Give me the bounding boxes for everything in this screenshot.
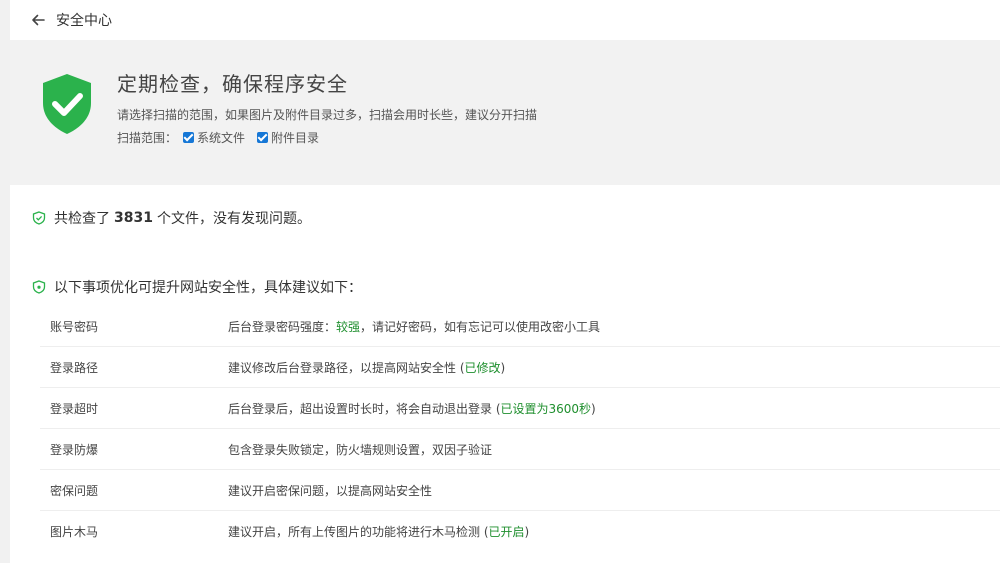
shield-ok-icon <box>32 211 46 225</box>
shield-check-icon <box>40 72 94 136</box>
suggestions-heading-text: 以下事项优化可提升网站安全性，具体建议如下： <box>54 280 362 296</box>
status-highlight: 已开启 <box>488 524 525 539</box>
status-highlight: 已修改 <box>464 360 501 375</box>
row-name: 账号密码 <box>50 319 99 334</box>
table-row: 登录路径 建议修改后台登录路径，以提高网站安全性 (已修改) <box>40 347 1000 388</box>
file-count: 3831 <box>114 210 153 226</box>
row-detail: 建议修改后台登录路径，以提高网站安全性 (已修改) <box>228 360 506 375</box>
scan-hero-panel: 定期检查，确保程序安全 请选择扫描的范围，如果图片及附件目录过多，扫描会用时长些… <box>10 40 1000 185</box>
row-name: 登录防爆 <box>50 442 99 457</box>
security-center-page: 安全中心 定期检查，确保程序安全 请选择扫描的范围，如果图片及附件目录过多，扫描… <box>10 0 1000 563</box>
system-files-label[interactable]: 系统文件 <box>197 129 245 146</box>
status-highlight: 已设置为3600秒 <box>500 401 592 416</box>
table-row: 账号密码 后台登录密码强度：较强，请记好密码，如有忘记可以使用改密小工具 <box>40 306 1000 347</box>
scan-scope: 扫描范围： 系统文件 附件目录 <box>117 129 325 146</box>
hero-description: 请选择扫描的范围，如果图片及附件目录过多，扫描会用时长些，建议分开扫描 <box>117 108 538 122</box>
attachment-dir-label[interactable]: 附件目录 <box>271 129 319 146</box>
shield-info-icon <box>32 280 46 294</box>
status-highlight: 较强 <box>336 319 361 334</box>
table-row: 密保问题 建议开启密保问题，以提高网站安全性 <box>40 470 1000 511</box>
scope-label: 扫描范围： <box>117 131 178 145</box>
row-detail: 建议开启密保问题，以提高网站安全性 <box>228 483 433 498</box>
suggestions-table: 账号密码 后台登录密码强度：较强，请记好密码，如有忘记可以使用改密小工具 登录路… <box>40 306 1000 551</box>
result-suffix: 个文件，没有发现问题。 <box>156 211 311 227</box>
row-name: 密保问题 <box>50 483 99 498</box>
result-prefix: 共检查了 <box>54 211 110 227</box>
row-name: 登录超时 <box>50 401 99 416</box>
system-files-checkbox[interactable] <box>183 132 195 143</box>
scan-result: 共检查了 3831 个文件，没有发现问题。 <box>32 208 311 228</box>
suggestions-heading: 以下事项优化可提升网站安全性，具体建议如下： <box>32 277 362 297</box>
attachment-dir-checkbox[interactable] <box>257 132 269 143</box>
table-row: 图片木马 建议开启，所有上传图片的功能将进行木马检测 (已开启) <box>40 511 1000 551</box>
row-detail: 包含登录失败锁定，防火墙规则设置，双因子验证 <box>228 442 493 457</box>
top-bar: 安全中心 <box>10 0 1000 40</box>
row-detail: 建议开启，所有上传图片的功能将进行木马检测 (已开启) <box>228 524 530 539</box>
table-row: 登录超时 后台登录后，超出设置时长时，将会自动退出登录 (已设置为3600秒) <box>40 388 1000 429</box>
page-title: 安全中心 <box>56 13 112 29</box>
back-arrow-icon[interactable] <box>30 12 46 28</box>
hero-title: 定期检查，确保程序安全 <box>117 72 348 96</box>
table-row: 登录防爆 包含登录失败锁定，防火墙规则设置，双因子验证 <box>40 429 1000 470</box>
row-name: 图片木马 <box>50 524 99 539</box>
row-detail: 后台登录密码强度：较强，请记好密码，如有忘记可以使用改密小工具 <box>228 319 601 334</box>
row-detail: 后台登录后，超出设置时长时，将会自动退出登录 (已设置为3600秒) <box>228 401 596 416</box>
row-name: 登录路径 <box>50 360 99 375</box>
